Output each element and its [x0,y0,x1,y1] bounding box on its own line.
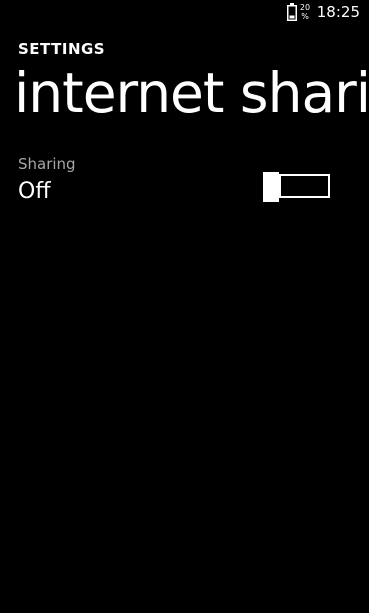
battery-percent: 20 % [299,3,311,21]
status-bar: 20 % 18:25 [0,0,369,26]
battery-icon [287,3,297,21]
clock: 18:25 [316,3,360,21]
battery-percent-value: 20 [299,3,311,12]
page-title-container: internet sharing [0,60,369,130]
battery-percent-sign: % [301,12,309,21]
sharing-value: Off [18,179,51,204]
toggle-thumb[interactable] [263,172,279,202]
page-title: internet sharing [14,61,369,125]
toggle-track [279,174,330,198]
sharing-toggle[interactable] [263,172,333,202]
sharing-label: Sharing [18,155,76,173]
section-label: SETTINGS [18,40,106,58]
